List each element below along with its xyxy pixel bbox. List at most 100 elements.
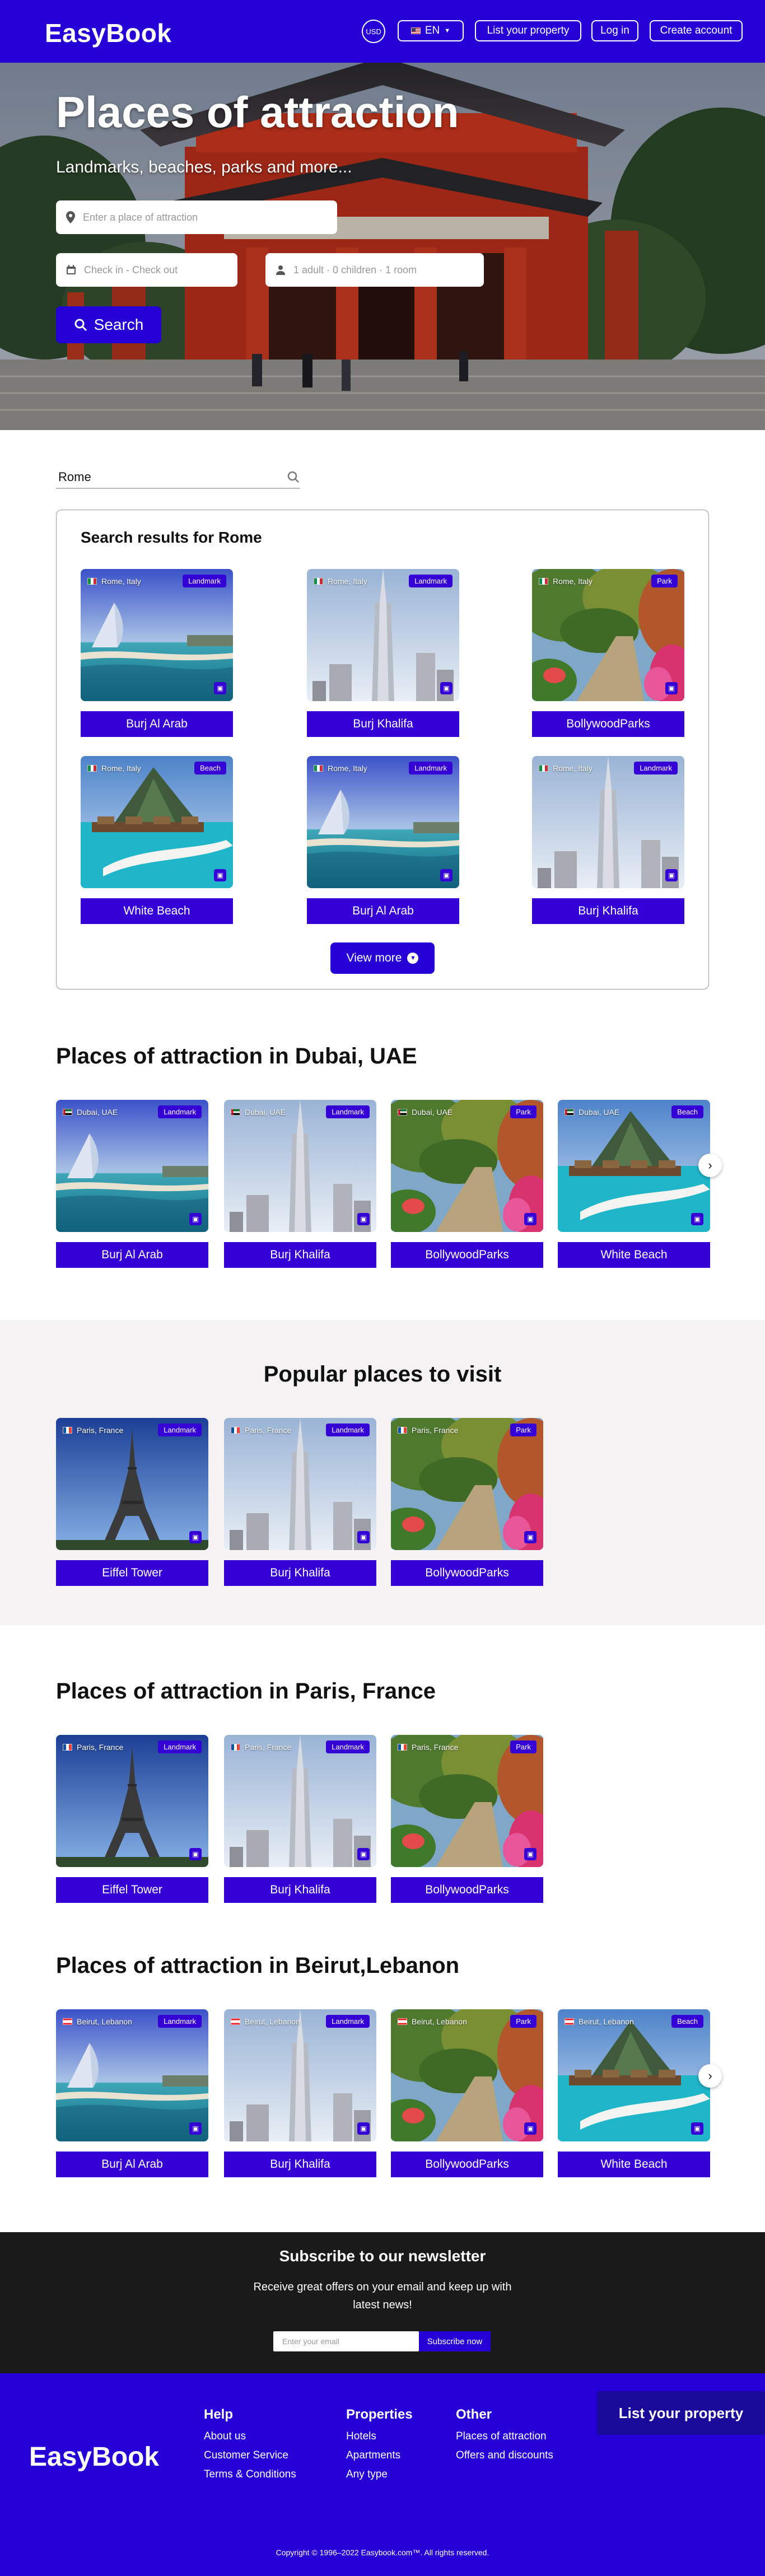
- date-range-input[interactable]: Check in - Check out: [56, 253, 237, 287]
- attraction-card[interactable]: Dubai, UAE Landmark ▣ Burj Al Arab: [56, 1100, 208, 1268]
- attraction-name-button[interactable]: Burj Khalifa: [532, 898, 684, 924]
- gallery-icon[interactable]: ▣: [665, 682, 678, 694]
- attraction-card[interactable]: Paris, France Landmark ▣ Burj Khalifa: [224, 1735, 376, 1903]
- attraction-image[interactable]: Paris, France Park ▣: [391, 1418, 543, 1550]
- site-logo[interactable]: EasyBook: [45, 18, 171, 48]
- attraction-image[interactable]: Dubai, UAE Landmark ▣: [224, 1100, 376, 1232]
- attraction-card[interactable]: Paris, France Landmark ▣ Eiffel Tower: [56, 1418, 208, 1586]
- attraction-card[interactable]: Dubai, UAE Park ▣ BollywoodParks: [391, 1100, 543, 1268]
- attraction-name-button[interactable]: BollywoodParks: [532, 711, 684, 737]
- attraction-image[interactable]: Paris, France Landmark ▣: [224, 1735, 376, 1867]
- attraction-name-button[interactable]: BollywoodParks: [391, 1877, 543, 1903]
- footer-link-offers[interactable]: Offers and discounts: [456, 2446, 553, 2465]
- beirut-next-arrow[interactable]: ›: [698, 2064, 722, 2088]
- attraction-image[interactable]: Beirut, Lebanon Park ▣: [391, 2009, 543, 2141]
- attraction-name-button[interactable]: BollywoodParks: [391, 2152, 543, 2177]
- attraction-image[interactable]: Paris, France Park ▣: [391, 1735, 543, 1867]
- attraction-card[interactable]: Paris, France Landmark ▣ Eiffel Tower: [56, 1735, 208, 1903]
- attraction-image[interactable]: Rome, Italy Park ▣: [532, 569, 684, 701]
- attraction-image[interactable]: Paris, France Landmark ▣: [224, 1418, 376, 1550]
- search-icon[interactable]: [287, 470, 300, 484]
- attraction-card[interactable]: Beirut, Lebanon Landmark ▣ Burj Khalifa: [224, 2009, 376, 2177]
- attraction-image[interactable]: Rome, Italy Landmark ▣: [307, 756, 459, 888]
- gallery-icon[interactable]: ▣: [440, 682, 453, 694]
- attraction-image[interactable]: Beirut, Lebanon Landmark ▣: [224, 2009, 376, 2141]
- attraction-name-button[interactable]: Burj Khalifa: [307, 711, 459, 737]
- attraction-card[interactable]: Rome, Italy Landmark ▣ Burj Al Arab: [81, 569, 233, 737]
- attraction-card[interactable]: Paris, France Park ▣ BollywoodParks: [391, 1735, 543, 1903]
- gallery-icon[interactable]: ▣: [524, 1213, 537, 1225]
- attraction-name-button[interactable]: White Beach: [558, 1242, 710, 1268]
- attraction-name-button[interactable]: Burj Al Arab: [81, 711, 233, 737]
- attraction-name-button[interactable]: White Beach: [81, 898, 233, 924]
- gallery-icon[interactable]: ▣: [357, 1848, 370, 1860]
- subscribe-button[interactable]: Subscribe now: [419, 2331, 491, 2351]
- gallery-icon[interactable]: ▣: [357, 2122, 370, 2135]
- view-more-button[interactable]: View more ▼: [330, 942, 435, 974]
- gallery-icon[interactable]: ▣: [189, 1531, 202, 1543]
- attraction-card[interactable]: Rome, Italy Beach ▣ White Beach: [81, 756, 233, 924]
- attraction-card[interactable]: Rome, Italy Landmark ▣ Burj Khalifa: [307, 569, 459, 737]
- attraction-card[interactable]: Rome, Italy Landmark ▣ Burj Al Arab: [307, 756, 459, 924]
- gallery-icon[interactable]: ▣: [691, 2122, 703, 2135]
- attraction-image[interactable]: Rome, Italy Landmark ▣: [307, 569, 459, 701]
- place-input[interactable]: Enter a place of attraction: [56, 200, 337, 234]
- gallery-icon[interactable]: ▣: [189, 2122, 202, 2135]
- attraction-card[interactable]: Paris, France Park ▣ BollywoodParks: [391, 1418, 543, 1586]
- footer-link-any-type[interactable]: Any type: [346, 2465, 413, 2484]
- results-search-input[interactable]: Rome: [56, 466, 300, 489]
- gallery-icon[interactable]: ▣: [691, 1213, 703, 1225]
- attraction-card[interactable]: Beirut, Lebanon Landmark ▣ Burj Al Arab: [56, 2009, 208, 2177]
- attraction-name-button[interactable]: Eiffel Tower: [56, 1877, 208, 1903]
- gallery-icon[interactable]: ▣: [524, 1531, 537, 1543]
- attraction-image[interactable]: Dubai, UAE Beach ▣: [558, 1100, 710, 1232]
- list-property-button[interactable]: List your property: [475, 20, 581, 41]
- create-account-button[interactable]: Create account: [650, 20, 743, 41]
- footer-link-terms[interactable]: Terms & Conditions: [204, 2465, 296, 2484]
- guests-input[interactable]: 1 adult · 0 children · 1 room: [265, 253, 484, 287]
- gallery-icon[interactable]: ▣: [357, 1213, 370, 1225]
- attraction-name-button[interactable]: Eiffel Tower: [56, 1560, 208, 1586]
- attraction-card[interactable]: Rome, Italy Landmark ▣ Burj Khalifa: [532, 756, 684, 924]
- footer-list-property-button[interactable]: List your property: [597, 2391, 765, 2435]
- attraction-name-button[interactable]: Burj Al Arab: [56, 1242, 208, 1268]
- attraction-image[interactable]: Paris, France Landmark ▣: [56, 1418, 208, 1550]
- footer-link-places[interactable]: Places of attraction: [456, 2427, 553, 2446]
- attraction-image[interactable]: Rome, Italy Landmark ▣: [81, 569, 233, 701]
- attraction-name-button[interactable]: Burj Khalifa: [224, 2152, 376, 2177]
- gallery-icon[interactable]: ▣: [665, 869, 678, 881]
- footer-link-about[interactable]: About us: [204, 2427, 296, 2446]
- attraction-card[interactable]: Beirut, Lebanon Beach ▣ White Beach: [558, 2009, 710, 2177]
- language-selector[interactable]: EN ▼: [398, 20, 464, 41]
- footer-link-hotels[interactable]: Hotels: [346, 2427, 413, 2446]
- attraction-name-button[interactable]: BollywoodParks: [391, 1560, 543, 1586]
- attraction-image[interactable]: Paris, France Landmark ▣: [56, 1735, 208, 1867]
- attraction-card[interactable]: Rome, Italy Park ▣ BollywoodParks: [532, 569, 684, 737]
- attraction-name-button[interactable]: White Beach: [558, 2152, 710, 2177]
- attraction-image[interactable]: Dubai, UAE Landmark ▣: [56, 1100, 208, 1232]
- gallery-icon[interactable]: ▣: [357, 1531, 370, 1543]
- attraction-image[interactable]: Beirut, Lebanon Landmark ▣: [56, 2009, 208, 2141]
- attraction-name-button[interactable]: Burj Khalifa: [224, 1242, 376, 1268]
- gallery-icon[interactable]: ▣: [440, 869, 453, 881]
- attraction-name-button[interactable]: BollywoodParks: [391, 1242, 543, 1268]
- login-button[interactable]: Log in: [591, 20, 638, 41]
- newsletter-email-input[interactable]: Enter your email: [273, 2331, 419, 2351]
- attraction-card[interactable]: Dubai, UAE Beach ▣ White Beach: [558, 1100, 710, 1268]
- attraction-name-button[interactable]: Burj Khalifa: [224, 1560, 376, 1586]
- gallery-icon[interactable]: ▣: [189, 1213, 202, 1225]
- attraction-image[interactable]: Rome, Italy Landmark ▣: [532, 756, 684, 888]
- attraction-card[interactable]: Paris, France Landmark ▣ Burj Khalifa: [224, 1418, 376, 1586]
- footer-logo[interactable]: EasyBook: [29, 2442, 159, 2472]
- gallery-icon[interactable]: ▣: [524, 2122, 537, 2135]
- hero-search-button[interactable]: Search: [56, 306, 161, 343]
- attraction-name-button[interactable]: Burj Al Arab: [307, 898, 459, 924]
- attraction-image[interactable]: Beirut, Lebanon Beach ▣: [558, 2009, 710, 2141]
- attraction-name-button[interactable]: Burj Al Arab: [56, 2152, 208, 2177]
- gallery-icon[interactable]: ▣: [214, 682, 226, 694]
- dubai-next-arrow[interactable]: ›: [698, 1154, 722, 1177]
- attraction-image[interactable]: Rome, Italy Beach ▣: [81, 756, 233, 888]
- attraction-card[interactable]: Beirut, Lebanon Park ▣ BollywoodParks: [391, 2009, 543, 2177]
- attraction-card[interactable]: Dubai, UAE Landmark ▣ Burj Khalifa: [224, 1100, 376, 1268]
- attraction-name-button[interactable]: Burj Khalifa: [224, 1877, 376, 1903]
